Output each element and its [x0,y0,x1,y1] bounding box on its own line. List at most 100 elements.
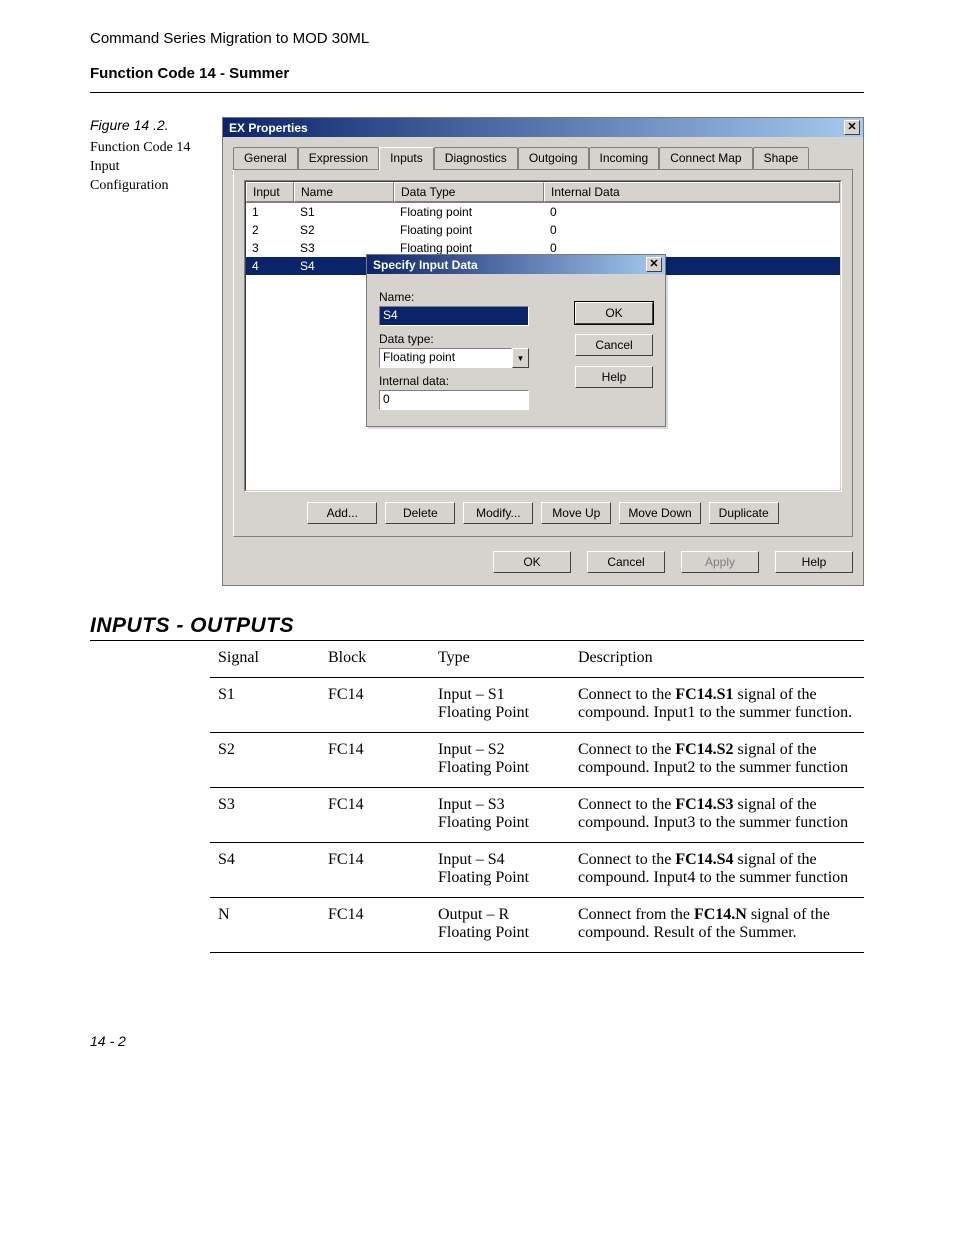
inner-dialog-title: Specify Input Data [373,258,478,272]
io-header-type: Type [430,641,570,678]
move-up-button[interactable]: Move Up [541,502,611,524]
datatype-value[interactable]: Floating point [379,348,512,368]
cell: Connect to the FC14.S3 signal of the com… [570,788,864,843]
cell: 4 [246,257,294,275]
cell: 0 [544,203,840,221]
cell: FC14 [320,678,430,733]
list-item[interactable]: 1S1Floating point0 [246,203,840,221]
figure-caption: Figure 14 .2. Function Code 14 Input Con… [90,117,200,196]
figure-row: Figure 14 .2. Function Code 14 Input Con… [90,117,864,586]
datatype-combo[interactable]: Floating point ▼ [379,348,529,368]
cell: S2 [294,221,394,239]
cell: FC14 [320,733,430,788]
inputs-list[interactable]: Input Name Data Type Internal Data 1S1Fl… [245,181,841,491]
page-number: 14 - 2 [90,1033,864,1049]
io-header-description: Description [570,641,864,678]
tab-inputs[interactable]: Inputs [379,147,434,170]
page-header-subtitle: Function Code 14 - Summer [90,65,864,82]
col-header-input[interactable]: Input [246,182,294,202]
label-internaldata: Internal data: [379,374,563,388]
cell: 0 [544,221,840,239]
help-button[interactable]: Help [575,366,653,388]
cell: S1 [294,203,394,221]
io-table: Signal Block Type Description S1FC14Inpu… [210,641,864,953]
apply-button[interactable]: Apply [681,551,759,573]
cell: S1 [210,678,320,733]
dialog-bottom-buttons: OK Cancel Apply Help [233,551,853,573]
cell: FC14 [320,843,430,898]
io-header-block: Block [320,641,430,678]
col-header-internaldata[interactable]: Internal Data [544,182,840,202]
tab-expression[interactable]: Expression [298,147,379,169]
figure-desc-line1: Function Code 14 [90,140,190,155]
help-button[interactable]: Help [775,551,853,573]
cell: Floating point [394,221,544,239]
chevron-down-icon[interactable]: ▼ [512,348,529,368]
inner-dialog-titlebar: Specify Input Data ✕ [367,255,665,274]
ex-properties-dialog: EX Properties ✕ General Expression Input… [222,117,864,586]
specify-input-data-dialog: Specify Input Data ✕ Name: S4 Data type:… [366,254,666,427]
cell: Input – S1Floating Point [430,678,570,733]
col-header-datatype[interactable]: Data Type [394,182,544,202]
page-header-title: Command Series Migration to MOD 30ML [90,30,864,47]
dialog-titlebar: EX Properties ✕ [223,118,863,137]
cell: FC14 [320,788,430,843]
duplicate-button[interactable]: Duplicate [709,502,779,524]
inputs-list-header: Input Name Data Type Internal Data [246,182,840,203]
table-row: S2FC14Input – S2Floating PointConnect to… [210,733,864,788]
cell: Output – RFloating Point [430,898,570,953]
label-name: Name: [379,290,563,304]
cell: 1 [246,203,294,221]
tabstrip: General Expression Inputs Diagnostics Ou… [233,147,853,170]
cell: 2 [246,221,294,239]
table-row: NFC14Output – RFloating PointConnect fro… [210,898,864,953]
cell: S3 [210,788,320,843]
label-datatype: Data type: [379,332,563,346]
cell: 3 [246,239,294,257]
list-item[interactable]: 2S2Floating point0 [246,221,840,239]
move-down-button[interactable]: Move Down [619,502,700,524]
cell: Input – S2Floating Point [430,733,570,788]
col-header-name[interactable]: Name [294,182,394,202]
cell: Connect to the FC14.S2 signal of the com… [570,733,864,788]
dialog-title: EX Properties [229,121,308,135]
table-row: S3FC14Input – S3Floating PointConnect to… [210,788,864,843]
figure-desc: Function Code 14 Input Configuration [90,139,200,196]
tab-diagnostics[interactable]: Diagnostics [434,147,518,169]
table-row: S4FC14Input – S4Floating PointConnect to… [210,843,864,898]
cell: Connect from the FC14.N signal of the co… [570,898,864,953]
tab-incoming[interactable]: Incoming [589,147,660,169]
panel-button-row: Add... Delete Modify... Move Up Move Dow… [244,502,842,524]
io-header-signal: Signal [210,641,320,678]
cell: S4 [210,843,320,898]
cell: N [210,898,320,953]
figure-desc-line2: Input Configuration [90,159,169,193]
cell: Input – S3Floating Point [430,788,570,843]
table-row: S1FC14Input – S1Floating PointConnect to… [210,678,864,733]
tab-shape[interactable]: Shape [753,147,810,169]
close-icon[interactable]: ✕ [844,120,860,135]
figure-number: Figure 14 .2. [90,117,200,133]
tab-general[interactable]: General [233,147,298,169]
internaldata-input[interactable]: 0 [379,390,529,410]
cell: S2 [210,733,320,788]
section-heading: INPUTS - OUTPUTS [90,614,864,638]
ok-button[interactable]: OK [575,302,653,324]
tab-outgoing[interactable]: Outgoing [518,147,589,169]
cancel-button[interactable]: Cancel [587,551,665,573]
header-rule [90,92,864,93]
cell: FC14 [320,898,430,953]
modify-button[interactable]: Modify... [463,502,533,524]
cell: Connect to the FC14.S4 signal of the com… [570,843,864,898]
ok-button[interactable]: OK [493,551,571,573]
cell: Input – S4Floating Point [430,843,570,898]
tab-panel: Input Name Data Type Internal Data 1S1Fl… [233,170,853,537]
delete-button[interactable]: Delete [385,502,455,524]
cell: Floating point [394,203,544,221]
cell: Connect to the FC14.S1 signal of the com… [570,678,864,733]
add-button[interactable]: Add... [307,502,377,524]
close-icon[interactable]: ✕ [646,257,662,272]
tab-connect-map[interactable]: Connect Map [659,147,752,169]
name-input[interactable]: S4 [379,306,529,326]
cancel-button[interactable]: Cancel [575,334,653,356]
